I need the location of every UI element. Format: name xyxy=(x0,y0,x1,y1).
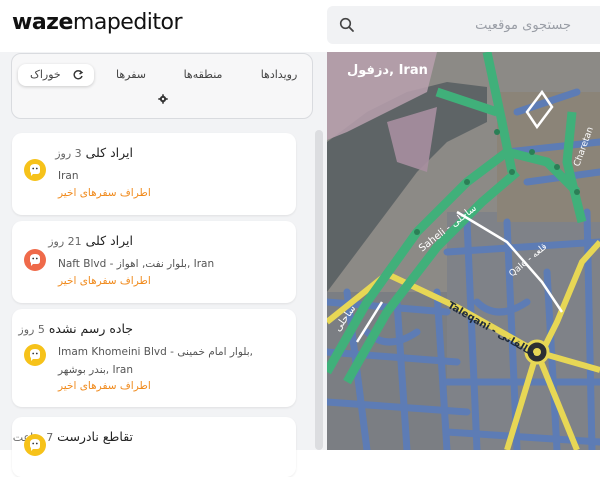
map-canvas[interactable]: دزفول, Iran Saheli - ساحلی ساحلی Taleqan… xyxy=(327,52,600,450)
feed-item[interactable]: تقاطع نادرست 7 ساعت xyxy=(12,417,296,477)
feed-item-tag: اطراف سفرهای اخیر xyxy=(58,380,151,392)
side-panel: رویدادها منطقه‌ها سفرها خوراک ایراد کلی … xyxy=(0,52,327,477)
feed-item-title: جاده رسم نشده 5 روز xyxy=(18,321,133,336)
feed-item-location: Imam Khomeini Blvd - بلوار امام خمینی, xyxy=(58,346,254,358)
tab-events[interactable]: رویدادها xyxy=(248,64,310,86)
tab-areas[interactable]: منطقه‌ها xyxy=(172,64,234,86)
feed-item-location: Iran xyxy=(58,170,79,182)
map-region-label: دزفول, Iran xyxy=(347,63,428,78)
feed-item-location: Naft Blvd - بلوار نفت, اهواز, Iran xyxy=(58,258,215,270)
issue-avatar-icon xyxy=(24,344,46,366)
feed-item-title: ایراد کلی 21 روز xyxy=(48,233,133,248)
map-svg[interactable]: دزفول, Iran Saheli - ساحلی ساحلی Taleqan… xyxy=(327,52,600,450)
feed-item[interactable]: ایراد کلی 3 روز Iran اطراف سفرهای اخیر xyxy=(12,133,296,215)
feed-item-title: ایراد کلی 3 روز xyxy=(55,145,133,160)
tab-feed-label: خوراک xyxy=(30,68,61,81)
feed-item-location-line2: بندر بوشهر, Iran xyxy=(58,364,133,376)
issue-avatar-icon xyxy=(24,249,46,271)
tab-feed[interactable]: خوراک xyxy=(18,64,94,86)
refresh-icon xyxy=(73,69,84,80)
search-input[interactable] xyxy=(363,6,583,44)
feed-filter-box: رویدادها منطقه‌ها سفرها خوراک xyxy=(11,53,313,119)
location-search[interactable] xyxy=(327,6,600,44)
feed-item-tag: اطراف سفرهای اخیر xyxy=(58,187,151,199)
search-icon xyxy=(339,17,354,32)
top-bar: wazemapeditor xyxy=(0,0,600,52)
feed-item[interactable]: جاده رسم نشده 5 روز Imam Khomeini Blvd -… xyxy=(12,309,296,407)
feed-scrollbar[interactable] xyxy=(315,130,323,450)
issue-avatar-icon xyxy=(24,159,46,181)
feed-item[interactable]: ایراد کلی 21 روز Naft Blvd - بلوار نفت, … xyxy=(12,221,296,303)
issue-avatar-icon xyxy=(24,434,46,456)
feed-item-tag: اطراف سفرهای اخیر xyxy=(58,275,151,287)
waze-map-editor-logo[interactable]: wazemapeditor xyxy=(12,10,183,35)
tab-drives[interactable]: سفرها xyxy=(104,64,158,86)
gear-icon[interactable] xyxy=(158,94,168,104)
